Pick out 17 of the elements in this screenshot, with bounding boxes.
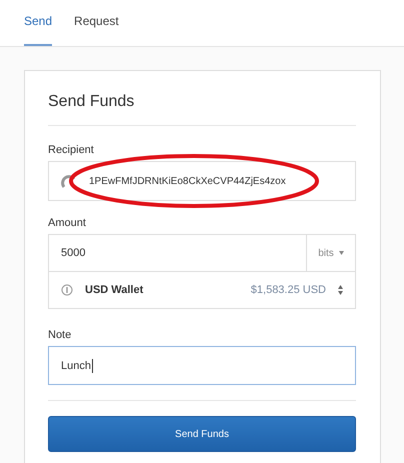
sort-icon[interactable]	[338, 285, 343, 295]
wallet-balance: $1,583.25 USD	[250, 284, 326, 296]
note-field[interactable]: Lunch	[48, 346, 356, 385]
coin-icon	[61, 284, 73, 296]
field-label: Amount	[48, 217, 87, 229]
send-funds-button[interactable]: Send Funds	[48, 416, 356, 452]
tab[interactable]: Send	[24, 0, 52, 46]
amount-field[interactable]: 5000	[49, 247, 306, 259]
caret-icon	[338, 251, 344, 255]
form-title: Send Funds	[48, 92, 136, 112]
tab[interactable]: Request	[74, 0, 119, 46]
wallet-name[interactable]: USD Wallet	[85, 284, 239, 296]
avatar-icon	[61, 173, 77, 189]
unit-select[interactable]: bits	[306, 235, 355, 271]
field-label: Recipient	[48, 144, 95, 156]
field-label: Note	[48, 329, 72, 341]
recipient-field[interactable]: 1PEwFMfJDRNtKiEo8CkXeCVP44ZjEs4zox	[48, 161, 356, 201]
